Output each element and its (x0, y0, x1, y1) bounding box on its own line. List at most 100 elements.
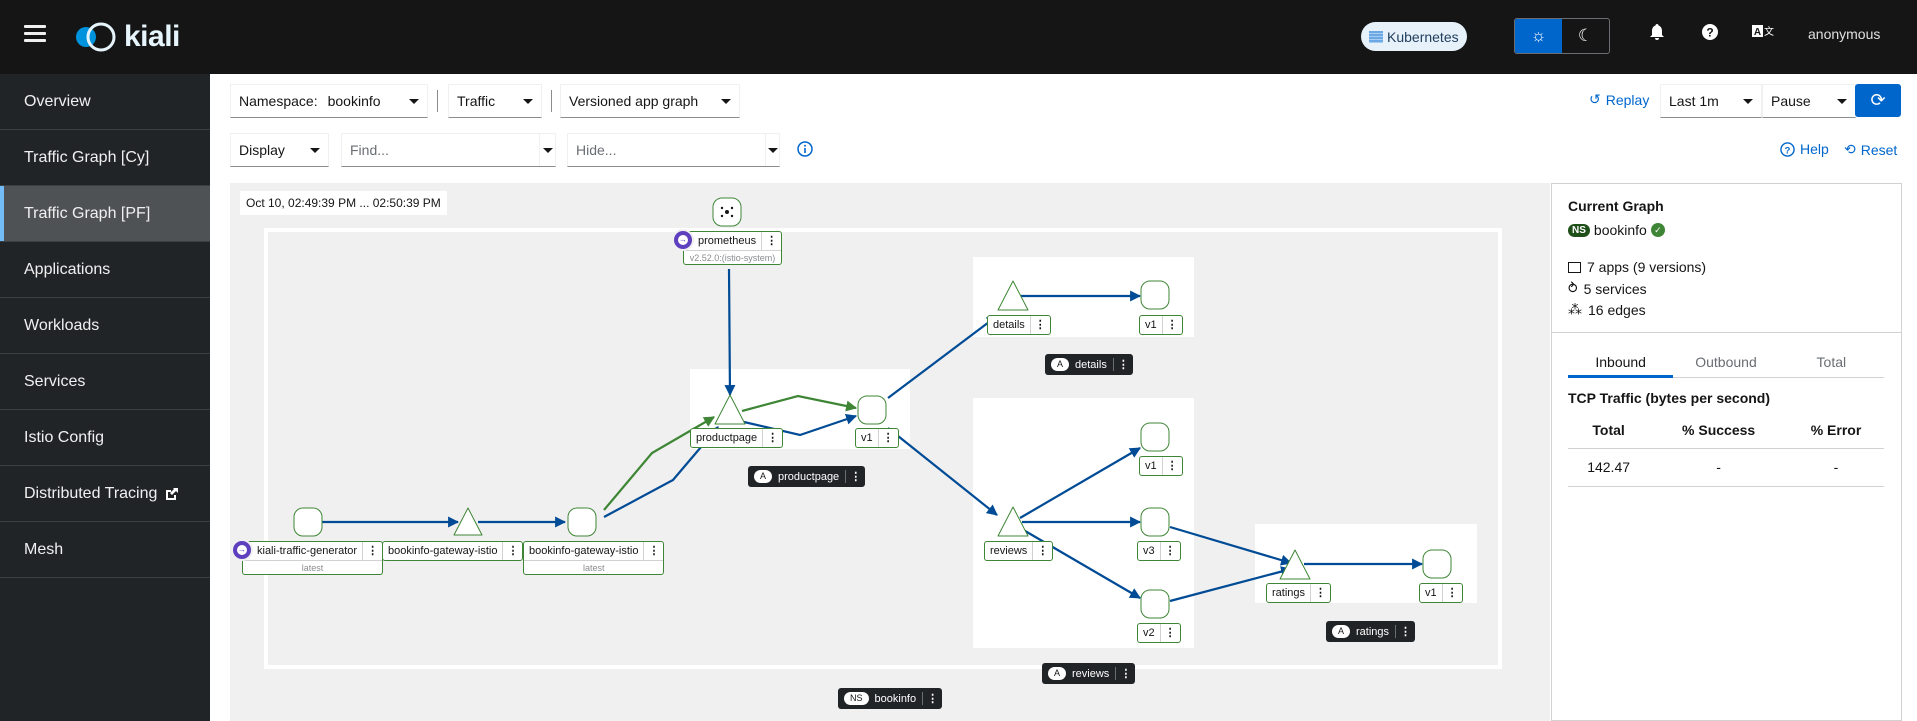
ratings-v1-node[interactable] (1422, 549, 1452, 579)
node-label-text: v2 (1143, 627, 1155, 639)
sidebar-item-traffic-graph-pf[interactable]: Traffic Graph [PF] (0, 186, 210, 242)
edge-prometheus-productpage[interactable] (724, 268, 736, 397)
node-sublabel: latest (524, 560, 664, 574)
kebab-menu-icon[interactable]: ⋮ (1161, 457, 1182, 475)
cluster-badge[interactable]: Kubernetes (1361, 22, 1467, 51)
productpage-label[interactable]: productpage ⋮ (690, 428, 784, 448)
productpage-v1-label[interactable]: v1 ⋮ (855, 428, 899, 448)
light-theme-button[interactable]: ☼ (1515, 19, 1562, 53)
caret-down-icon (310, 147, 320, 153)
kebab-menu-icon[interactable]: ⋮ (762, 429, 782, 447)
sidebar-item-applications[interactable]: Applications (0, 242, 210, 298)
help-icon[interactable]: ? (1702, 24, 1718, 40)
ratings-group-label[interactable]: Aratings ⋮ (1326, 621, 1416, 642)
sidebar-item-traffic-graph-cy[interactable]: Traffic Graph [Cy] (0, 130, 210, 186)
namespace-group-label[interactable]: NS bookinfo ⋮ (838, 688, 943, 709)
svg-text:A: A (1754, 27, 1761, 38)
summary-panel: Current Graph NS bookinfo ✓ 7 apps (9 ve… (1551, 183, 1902, 721)
kebab-menu-icon[interactable]: ⋮ (1310, 584, 1330, 602)
refresh-button[interactable]: ⟳ (1855, 84, 1901, 117)
translate-icon[interactable]: A文 (1752, 24, 1776, 38)
reviews-v2-node[interactable] (1140, 589, 1170, 619)
sidebar-item-overview[interactable]: Overview (0, 74, 210, 130)
duration-select[interactable]: Last 1m (1660, 84, 1762, 118)
traffic-select[interactable]: Traffic (448, 84, 542, 118)
graph-canvas[interactable]: Oct 10, 02:49:39 PM ... 02:50:39 PM prom… (230, 183, 1550, 721)
namespace-link[interactable]: bookinfo (1594, 222, 1647, 238)
productpage-v1-node[interactable] (857, 395, 887, 425)
user-menu[interactable]: anonymous (1808, 26, 1880, 42)
tab-inbound[interactable]: Inbound (1568, 344, 1674, 378)
reviews-v3-label[interactable]: v3 ⋮ (1137, 541, 1181, 561)
reviews-v2-label[interactable]: v2 ⋮ (1137, 623, 1181, 643)
details-group-label[interactable]: Adetails ⋮ (1045, 354, 1133, 375)
sync-icon: ⟳ (1870, 90, 1886, 110)
kebab-menu-icon[interactable]: ⋮ (845, 470, 865, 483)
sidebar-item-services[interactable]: Services (0, 354, 210, 410)
theme-toggle[interactable]: ☼ ☾ (1514, 18, 1610, 54)
ratings-v1-label[interactable]: v1 ⋮ (1419, 583, 1463, 603)
refresh-interval-select[interactable]: Pause (1762, 84, 1856, 118)
reset-button[interactable]: ⟲ Reset (1844, 141, 1897, 158)
reviews-v1-label[interactable]: v1 ⋮ (1139, 456, 1183, 476)
kiali-logo[interactable]: kiali (72, 20, 180, 54)
reviews-label[interactable]: reviews ⋮ (984, 541, 1054, 561)
kebab-menu-icon[interactable]: ⋮ (1159, 624, 1180, 642)
replay-button[interactable]: ↺ Replay (1589, 91, 1649, 108)
sidebar-item-workloads[interactable]: Workloads (0, 298, 210, 354)
kebab-menu-icon[interactable]: ⋮ (362, 542, 382, 560)
kebab-menu-icon[interactable]: ⋮ (1159, 542, 1180, 560)
details-label[interactable]: details ⋮ (987, 315, 1051, 335)
sidebar-item-distributed-tracing[interactable]: Distributed Tracing (0, 466, 210, 522)
namespace-select[interactable]: Namespace: bookinfo (230, 84, 428, 118)
hide-dropdown-button[interactable] (765, 134, 779, 166)
prometheus-label[interactable]: prometheus ⋮ v2.52.0:(istio-system) → (672, 229, 783, 265)
hamburger-menu-icon[interactable] (24, 25, 46, 45)
details-v1-node[interactable] (1140, 280, 1170, 310)
find-input[interactable] (342, 134, 539, 166)
services-count: ⥁ 5 services (1568, 280, 1647, 297)
dark-theme-button[interactable]: ☾ (1562, 19, 1609, 53)
kebab-menu-icon[interactable]: ⋮ (1029, 316, 1050, 334)
gateway-workload-node[interactable] (567, 507, 597, 537)
tab-outbound[interactable]: Outbound (1673, 344, 1778, 377)
hide-input[interactable] (568, 134, 765, 166)
node-label-text: reviews (990, 545, 1028, 557)
kebab-menu-icon[interactable]: ⋮ (502, 542, 522, 560)
summary-namespace: NS bookinfo ✓ (1568, 222, 1665, 238)
details-v1-label[interactable]: v1 ⋮ (1139, 315, 1183, 335)
kebab-menu-icon[interactable]: ⋮ (1032, 542, 1052, 560)
productpage-group-label[interactable]: Aproductpage ⋮ (748, 466, 866, 487)
graph-type-label: Versioned app graph (569, 93, 699, 109)
reviews-v3-node[interactable] (1140, 507, 1170, 537)
reviews-group-label[interactable]: Areviews ⋮ (1042, 663, 1136, 684)
help-circle-icon: ? (1780, 141, 1795, 157)
kebab-menu-icon[interactable]: ⋮ (1112, 358, 1133, 371)
kebab-menu-icon[interactable]: ⋮ (761, 232, 781, 250)
help-button[interactable]: ? Help (1780, 141, 1829, 157)
node-sublabel: latest (243, 560, 383, 574)
sidebar-item-mesh[interactable]: Mesh (0, 522, 210, 578)
kebab-menu-icon[interactable]: ⋮ (643, 542, 663, 560)
graph-type-select[interactable]: Versioned app graph (560, 84, 740, 118)
reviews-v1-node[interactable] (1140, 422, 1170, 452)
info-icon[interactable] (797, 141, 813, 157)
kebab-menu-icon[interactable]: ⋮ (1115, 667, 1135, 680)
find-dropdown-button[interactable] (539, 134, 555, 166)
gw-svc-label[interactable]: bookinfo-gateway-istio ⋮ (382, 541, 524, 561)
display-select[interactable]: Display (230, 133, 329, 167)
summary-title: Current Graph (1568, 198, 1664, 214)
generator-label[interactable]: kiali-traffic-generator ⋮ latest → (231, 539, 384, 575)
kebab-menu-icon[interactable]: ⋮ (922, 692, 942, 705)
ratings-label[interactable]: ratings ⋮ (1266, 583, 1332, 603)
hide-field (567, 133, 780, 167)
gw-wl-label[interactable]: bookinfo-gateway-istio ⋮ latest (523, 541, 665, 575)
tab-total[interactable]: Total (1779, 344, 1884, 377)
bell-icon[interactable] (1650, 24, 1664, 40)
generator-node[interactable] (293, 507, 323, 537)
kebab-menu-icon[interactable]: ⋮ (877, 429, 898, 447)
sidebar-item-istio-config[interactable]: Istio Config (0, 410, 210, 466)
kebab-menu-icon[interactable]: ⋮ (1395, 625, 1415, 638)
kebab-menu-icon[interactable]: ⋮ (1441, 584, 1462, 602)
kebab-menu-icon[interactable]: ⋮ (1161, 316, 1182, 334)
